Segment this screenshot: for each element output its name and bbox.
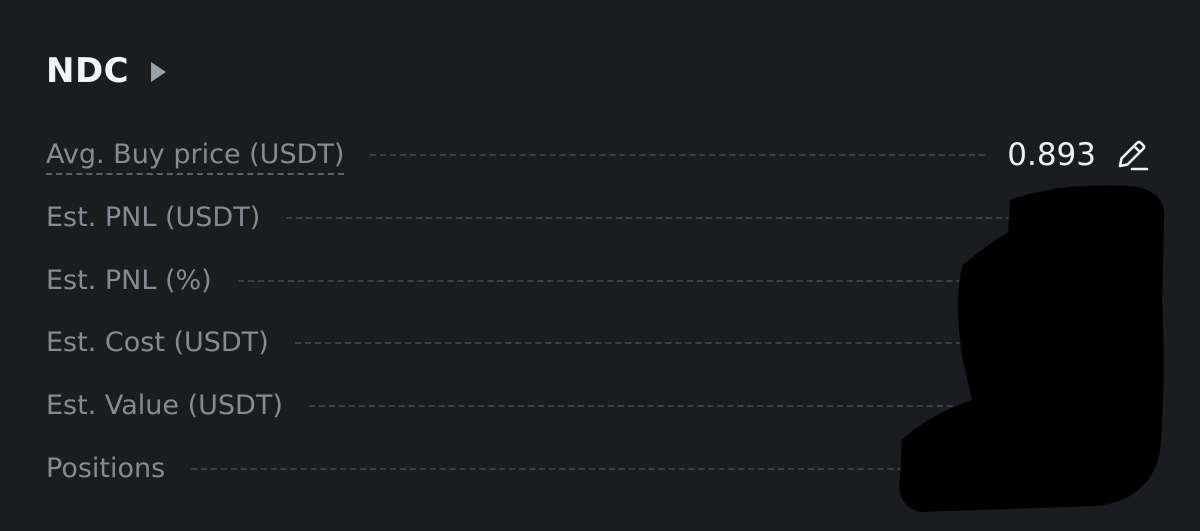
avg-buy-price-label[interactable]: Avg. Buy price (USDT) — [46, 139, 345, 175]
positions-label: Positions — [46, 452, 166, 484]
dotted-leader — [294, 342, 1132, 345]
dotted-leader — [191, 467, 1003, 470]
est-pnl-percent-label: Est. PNL (%) — [46, 264, 212, 296]
avg-buy-price-value: 0.893 — [1007, 137, 1096, 174]
row-est-pnl-percent: Est. PNL (%) — [46, 249, 1154, 312]
caret-right-icon[interactable] — [151, 62, 167, 82]
row-avg-buy-price: Avg. Buy price (USDT) 0.893 — [46, 124, 1154, 187]
row-est-value: Est. Value (USDT) — [46, 375, 1154, 438]
dotted-leader — [370, 154, 986, 157]
row-positions: Positions 3.84 — [46, 437, 1154, 500]
pencil-icon[interactable] — [1108, 132, 1154, 178]
dotted-leader — [286, 217, 1132, 220]
positions-value: 3.84 — [1024, 450, 1094, 487]
dotted-leader — [308, 405, 1132, 408]
est-value-label: Est. Value (USDT) — [46, 389, 283, 421]
dotted-leader — [237, 279, 1132, 282]
row-est-cost: Est. Cost (USDT) — [46, 312, 1154, 375]
asset-header: NDC — [46, 46, 167, 96]
asset-symbol: NDC — [46, 51, 130, 91]
position-details: Avg. Buy price (USDT) 0.893 Est. PNL (US… — [46, 124, 1154, 500]
est-pnl-usdt-label: Est. PNL (USDT) — [46, 201, 261, 233]
row-est-pnl-usdt: Est. PNL (USDT) — [46, 187, 1154, 250]
est-cost-label: Est. Cost (USDT) — [46, 327, 269, 359]
